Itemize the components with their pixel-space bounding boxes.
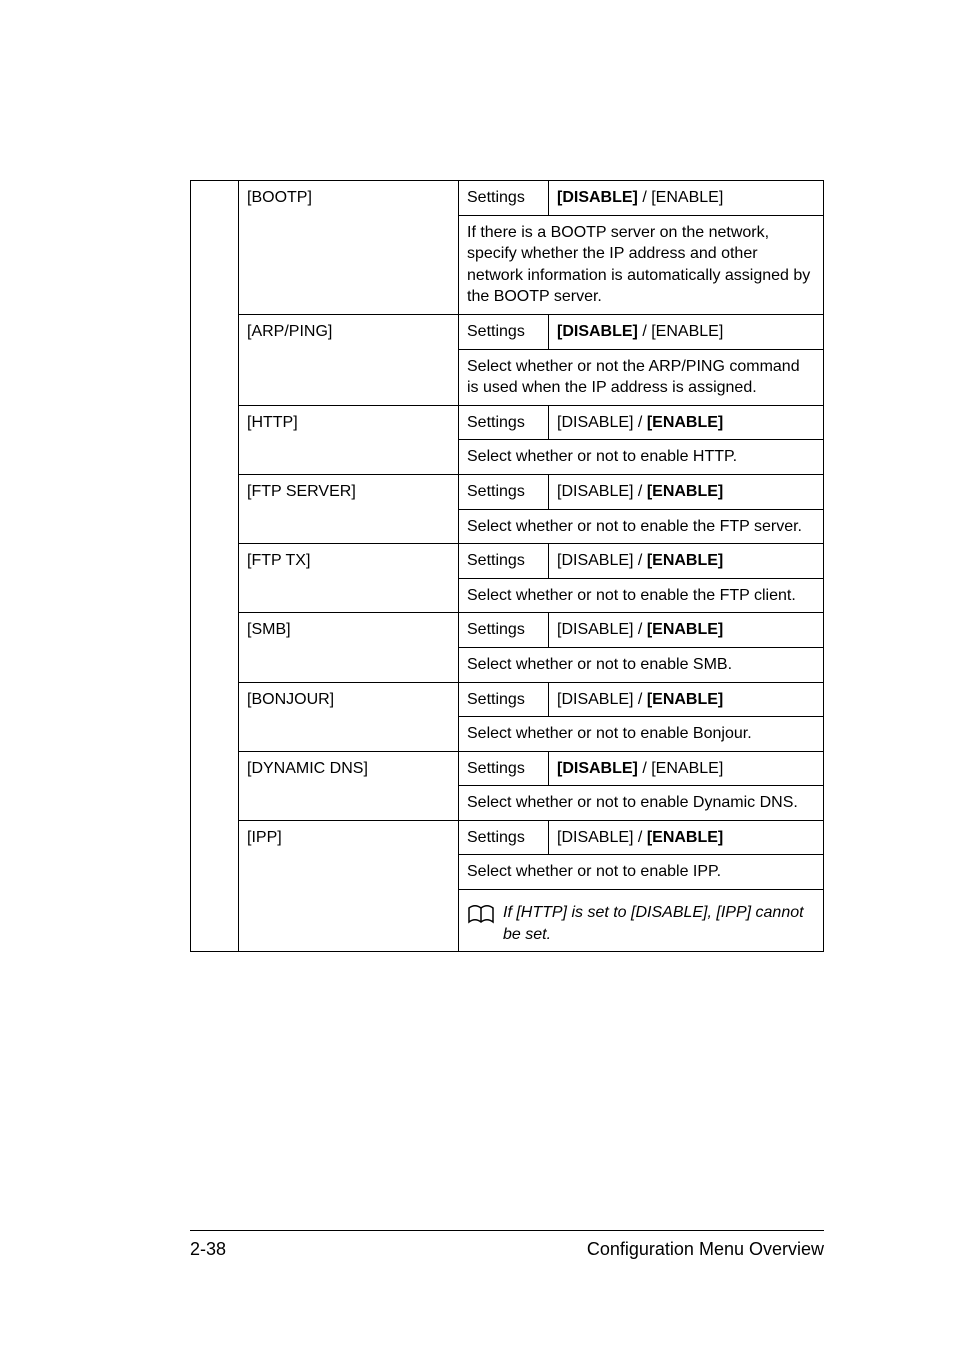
settings-value: [DISABLE] / [ENABLE]	[549, 181, 824, 216]
settings-label: Settings	[459, 820, 549, 855]
note-book-icon	[467, 904, 495, 926]
row-label: [FTP TX]	[239, 544, 459, 613]
table-row: [SMB] Settings [DISABLE] / [ENABLE]	[191, 613, 824, 648]
settings-value: [DISABLE] / [ENABLE]	[549, 474, 824, 509]
table-row: [FTP SERVER] Settings [DISABLE] / [ENABL…	[191, 474, 824, 509]
settings-label: Settings	[459, 474, 549, 509]
settings-value: [DISABLE] / [ENABLE]	[549, 613, 824, 648]
row-label: [BOOTP]	[239, 181, 459, 315]
settings-value: [DISABLE] / [ENABLE]	[549, 751, 824, 786]
row-desc: Select whether or not to enable HTTP.	[459, 440, 824, 475]
table-row: [IPP] Settings [DISABLE] / [ENABLE]	[191, 820, 824, 855]
settings-label: Settings	[459, 314, 549, 349]
table-row: [BOOTP] Settings [DISABLE] / [ENABLE]	[191, 181, 824, 216]
settings-label: Settings	[459, 181, 549, 216]
left-empty-cell	[191, 181, 239, 952]
settings-label: Settings	[459, 405, 549, 440]
row-label: [IPP]	[239, 820, 459, 951]
row-label: [BONJOUR]	[239, 682, 459, 751]
row-desc: Select whether or not to enable SMB.	[459, 647, 824, 682]
page: [BOOTP] Settings [DISABLE] / [ENABLE] If…	[0, 0, 954, 1350]
settings-table: [BOOTP] Settings [DISABLE] / [ENABLE] If…	[190, 180, 824, 952]
table-row: [ARP/PING] Settings [DISABLE] / [ENABLE]	[191, 314, 824, 349]
settings-value: [DISABLE] / [ENABLE]	[549, 314, 824, 349]
row-desc: If there is a BOOTP server on the networ…	[459, 215, 824, 314]
table-row: [FTP TX] Settings [DISABLE] / [ENABLE]	[191, 544, 824, 579]
page-footer: 2-38 Configuration Menu Overview	[190, 1230, 824, 1260]
settings-label: Settings	[459, 613, 549, 648]
settings-label: Settings	[459, 682, 549, 717]
settings-label: Settings	[459, 544, 549, 579]
row-desc: Select whether or not to enable IPP.	[459, 855, 824, 890]
row-label: [ARP/PING]	[239, 314, 459, 405]
table-row: [DYNAMIC DNS] Settings [DISABLE] / [ENAB…	[191, 751, 824, 786]
row-desc: Select whether or not to enable the FTP …	[459, 509, 824, 544]
row-desc: Select whether or not to enable Bonjour.	[459, 717, 824, 752]
settings-value: [DISABLE] / [ENABLE]	[549, 820, 824, 855]
settings-label: Settings	[459, 751, 549, 786]
settings-value: [DISABLE] / [ENABLE]	[549, 405, 824, 440]
row-label: [SMB]	[239, 613, 459, 682]
row-label: [FTP SERVER]	[239, 474, 459, 543]
footer-title: Configuration Menu Overview	[587, 1239, 824, 1260]
row-desc: Select whether or not the ARP/PING comma…	[459, 349, 824, 405]
page-number: 2-38	[190, 1239, 226, 1260]
row-note: If [HTTP] is set to [DISABLE], [IPP] can…	[459, 890, 824, 952]
note-text: If [HTTP] is set to [DISABLE], [IPP] can…	[503, 902, 815, 945]
settings-value: [DISABLE] / [ENABLE]	[549, 682, 824, 717]
row-desc: Select whether or not to enable the FTP …	[459, 578, 824, 613]
row-label: [HTTP]	[239, 405, 459, 474]
row-label: [DYNAMIC DNS]	[239, 751, 459, 820]
table-row: [HTTP] Settings [DISABLE] / [ENABLE]	[191, 405, 824, 440]
table-row: [BONJOUR] Settings [DISABLE] / [ENABLE]	[191, 682, 824, 717]
row-desc: Select whether or not to enable Dynamic …	[459, 786, 824, 821]
settings-value: [DISABLE] / [ENABLE]	[549, 544, 824, 579]
